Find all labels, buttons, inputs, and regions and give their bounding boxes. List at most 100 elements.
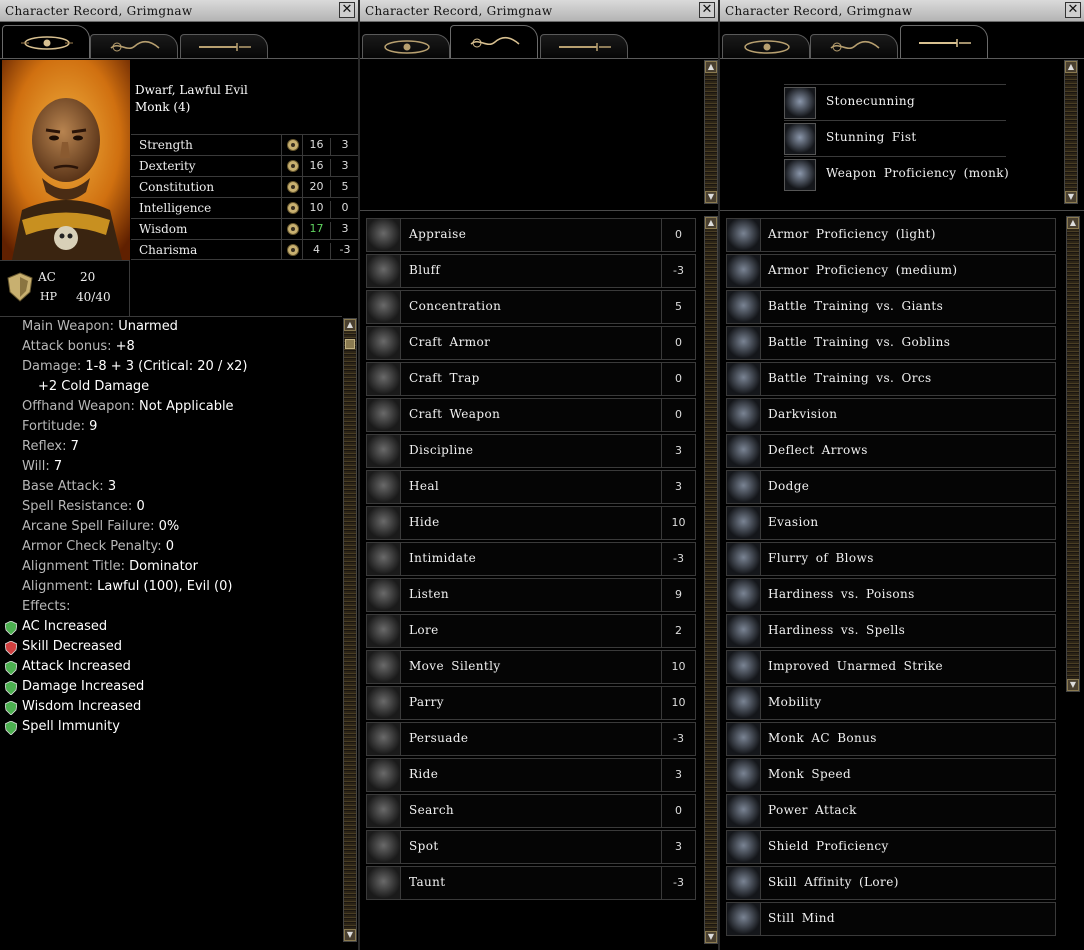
- skill-row[interactable]: Listen 9: [366, 578, 696, 612]
- feat-row[interactable]: Hardiness vs. Poisons: [726, 578, 1056, 612]
- title-bar[interactable]: Character Record, Grimgnaw ✕: [0, 0, 358, 22]
- skills-scrollbar[interactable]: ▲ ▼: [704, 216, 718, 944]
- feat-row[interactable]: Power Attack: [726, 794, 1056, 828]
- ability-row[interactable]: Wisdom 17 3: [131, 218, 358, 239]
- title-bar[interactable]: Character Record, Grimgnaw ✕: [720, 0, 1084, 22]
- speaking-face-icon: [367, 723, 401, 755]
- skill-row[interactable]: Craft Trap 0: [366, 362, 696, 396]
- skill-row[interactable]: Taunt -3: [366, 866, 696, 900]
- scroll-down-icon[interactable]: ▼: [705, 191, 717, 203]
- skill-name: Listen: [409, 587, 450, 601]
- combat-stat-label: Offhand Weapon:: [22, 399, 140, 414]
- tab-character[interactable]: [2, 25, 90, 59]
- tab-skills[interactable]: [810, 34, 898, 58]
- eye-icon: [744, 40, 790, 54]
- skill-row[interactable]: Persuade -3: [366, 722, 696, 756]
- feat-row[interactable]: Hardiness vs. Spells: [726, 614, 1056, 648]
- tab-character[interactable]: [362, 34, 450, 58]
- close-button[interactable]: ✕: [1065, 2, 1081, 18]
- combat-stat-value: 7: [53, 459, 63, 474]
- skill-row[interactable]: Hide 10: [366, 506, 696, 540]
- combat-stat-value: 1-8 + 3 (Critical: 20 / x2): [85, 359, 248, 374]
- ability-row[interactable]: Strength 16 3: [131, 134, 358, 155]
- feats-scrollbar[interactable]: ▲ ▼: [1066, 216, 1080, 692]
- skill-row[interactable]: Appraise 0: [366, 218, 696, 252]
- feat-row[interactable]: Improved Unarmed Strike: [726, 650, 1056, 684]
- feat-row[interactable]: Still Mind: [726, 902, 1056, 936]
- combat-scrollbar[interactable]: ▲ ▼: [343, 318, 357, 942]
- upper-scrollbar[interactable]: ▲ ▼: [704, 60, 718, 204]
- feat-row[interactable]: Battle Training vs. Goblins: [726, 326, 1056, 360]
- mobility-icon: [727, 687, 761, 719]
- tab-skills[interactable]: [450, 25, 538, 59]
- skill-row[interactable]: Parry 10: [366, 686, 696, 720]
- tab-feats[interactable]: [180, 34, 268, 58]
- feat-name: Deflect Arrows: [768, 443, 868, 457]
- tab-skills[interactable]: [90, 34, 178, 58]
- combat-stat-value: Not Applicable: [139, 399, 234, 414]
- feat-row[interactable]: Darkvision: [726, 398, 1056, 432]
- ability-row[interactable]: Intelligence 10 0: [131, 197, 358, 218]
- skill-rank: 3: [661, 471, 695, 503]
- skill-row[interactable]: Craft Armor 0: [366, 326, 696, 360]
- ability-name: Intelligence: [139, 201, 212, 215]
- close-button[interactable]: ✕: [699, 2, 715, 18]
- ability-row[interactable]: Constitution 20 5: [131, 176, 358, 197]
- scroll-down-icon[interactable]: ▼: [344, 929, 356, 941]
- skill-row[interactable]: Intimidate -3: [366, 542, 696, 576]
- monk-speed-icon: [727, 759, 761, 791]
- feat-row[interactable]: Deflect Arrows: [726, 434, 1056, 468]
- scroll-up-icon[interactable]: ▲: [1065, 61, 1077, 73]
- feat-row[interactable]: Armor Proficiency (light): [726, 218, 1056, 252]
- scroll-up-icon[interactable]: ▲: [705, 61, 717, 73]
- feat-row[interactable]: Monk Speed: [726, 758, 1056, 792]
- skill-row[interactable]: Craft Weapon 0: [366, 398, 696, 432]
- feat-row[interactable]: Armor Proficiency (medium): [726, 254, 1056, 288]
- combat-stat-line: Alignment: Lawful (100), Evil (0): [22, 577, 232, 597]
- feat-row[interactable]: Battle Training vs. Giants: [726, 290, 1056, 324]
- combat-stat-value: Unarmed: [118, 319, 178, 334]
- feat-row[interactable]: Monk AC Bonus: [726, 722, 1056, 756]
- skill-row[interactable]: Ride 3: [366, 758, 696, 792]
- scroll-up-icon[interactable]: ▲: [705, 217, 717, 229]
- combat-stat-value: +2 Cold Damage: [38, 379, 150, 394]
- skill-name: Craft Trap: [409, 371, 480, 385]
- skill-rank: -3: [661, 255, 695, 287]
- battle-training-icon: [727, 327, 761, 359]
- scroll-down-icon[interactable]: ▼: [1067, 679, 1079, 691]
- close-button[interactable]: ✕: [339, 2, 355, 18]
- ability-row[interactable]: Dexterity 16 3: [131, 155, 358, 176]
- ability-modifier: 3: [341, 138, 349, 151]
- feat-row[interactable]: Evasion: [726, 506, 1056, 540]
- feat-row[interactable]: Flurry of Blows: [726, 542, 1056, 576]
- title-bar[interactable]: Character Record, Grimgnaw ✕: [360, 0, 718, 22]
- feat-row[interactable]: Skill Affinity (Lore): [726, 866, 1056, 900]
- special-ability-row[interactable]: Weapon Proficiency (monk): [784, 156, 1009, 191]
- skill-row[interactable]: Concentration 5: [366, 290, 696, 324]
- skill-row[interactable]: Discipline 3: [366, 434, 696, 468]
- scroll-up-icon[interactable]: ▲: [1067, 217, 1079, 229]
- special-ability-row[interactable]: Stunning Fist: [784, 120, 1006, 155]
- special-ability-row[interactable]: Stonecunning: [784, 84, 1006, 119]
- ability-row[interactable]: Charisma 4 -3: [131, 239, 358, 260]
- skill-row[interactable]: Bluff -3: [366, 254, 696, 288]
- feat-row[interactable]: Battle Training vs. Orcs: [726, 362, 1056, 396]
- skill-row[interactable]: Heal 3: [366, 470, 696, 504]
- scroll-down-icon[interactable]: ▼: [705, 931, 717, 943]
- tab-feats[interactable]: [540, 34, 628, 58]
- feat-row[interactable]: Mobility: [726, 686, 1056, 720]
- skill-row[interactable]: Search 0: [366, 794, 696, 828]
- scroll-down-icon[interactable]: ▼: [1065, 191, 1077, 203]
- scroll-up-icon[interactable]: ▲: [344, 319, 356, 331]
- skill-rank: -3: [661, 543, 695, 575]
- scroll-thumb[interactable]: [345, 339, 355, 349]
- tab-character[interactable]: [722, 34, 810, 58]
- effect-shield-icon: [4, 660, 18, 676]
- feat-row[interactable]: Dodge: [726, 470, 1056, 504]
- skill-row[interactable]: Lore 2: [366, 614, 696, 648]
- feat-row[interactable]: Shield Proficiency: [726, 830, 1056, 864]
- skill-row[interactable]: Spot 3: [366, 830, 696, 864]
- skill-row[interactable]: Move Silently 10: [366, 650, 696, 684]
- tab-feats[interactable]: [900, 25, 988, 59]
- upper-scrollbar[interactable]: ▲ ▼: [1064, 60, 1078, 204]
